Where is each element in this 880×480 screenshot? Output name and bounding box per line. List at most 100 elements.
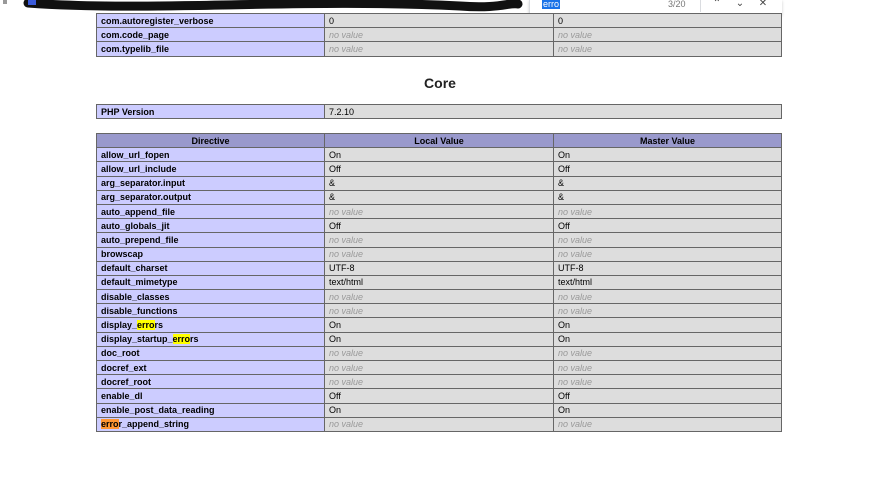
find-bar-divider	[700, 0, 701, 12]
table-row: display_errors On On	[96, 317, 782, 333]
master-value: On	[553, 402, 782, 418]
table-row: arg_separator.input & &	[96, 175, 782, 191]
core-directives-table: Directive Local Value Master Value allow…	[96, 132, 782, 432]
directive-name-text: disable_classes	[101, 291, 170, 302]
master-value: no value	[553, 289, 782, 305]
master-value: no value	[553, 41, 782, 57]
directive-name-text: doc_root	[101, 348, 140, 359]
table-row: auto_globals_jit Off Off	[96, 218, 782, 234]
local-value: &	[324, 175, 554, 191]
php-version-label: PHP Version	[96, 103, 325, 120]
php-version-value: 7.2.10	[324, 103, 782, 120]
directive-name-text: display_startup_	[101, 334, 173, 345]
local-value: UTF-8	[324, 260, 554, 276]
directive-name: disable_functions	[96, 303, 325, 319]
column-header-local-value: Local Value	[324, 132, 554, 149]
directive-name: doc_root	[96, 345, 325, 362]
master-value: no value	[553, 345, 782, 362]
directive-name-text: display_	[101, 320, 138, 331]
local-value: no value	[324, 416, 554, 432]
table-row: default_mimetype text/html text/html	[96, 274, 782, 291]
directive-name-text: arg_separator.input	[101, 178, 186, 189]
directive-name-text: default_mimetype	[101, 277, 178, 288]
directive-name-text: rs	[154, 320, 164, 331]
master-value: no value	[553, 416, 782, 432]
local-value: no value	[324, 374, 554, 390]
find-match-highlight: erro	[172, 334, 191, 345]
table-row: auto_append_file no value no value	[96, 203, 782, 220]
column-header-master-value: Master Value	[553, 132, 782, 149]
master-value: &	[553, 189, 782, 205]
directive-name: arg_separator.input	[96, 175, 325, 191]
master-value: On	[553, 317, 782, 333]
master-value: Off	[553, 161, 782, 177]
directive-name-text: disable_functions	[101, 305, 178, 316]
find-match-active-highlight: erro	[101, 419, 119, 430]
table-row: enable_dl Off Off	[96, 388, 782, 404]
directive-name: browscap	[96, 246, 325, 262]
local-value: no value	[324, 246, 554, 262]
directive-name-text: default_charset	[101, 263, 168, 274]
find-next-icon[interactable]: ⌄	[733, 0, 747, 12]
local-value: no value	[324, 303, 554, 319]
master-value: no value	[553, 27, 782, 43]
find-previous-icon[interactable]: ⌃	[710, 0, 724, 12]
directive-name: allow_url_fopen	[96, 147, 325, 163]
master-value: no value	[553, 246, 782, 262]
directive-name: arg_separator.output	[96, 189, 325, 205]
directive-name-text: auto_prepend_file	[101, 234, 179, 245]
table-row: disable_classes no value no value	[96, 289, 782, 305]
find-query-input[interactable]: erro	[542, 0, 561, 9]
master-value: 0	[553, 12, 782, 29]
local-value: no value	[324, 27, 554, 43]
directive-name: default_mimetype	[96, 274, 325, 291]
table-row: auto_prepend_file no value no value	[96, 232, 782, 248]
master-value: no value	[553, 303, 782, 319]
table-row: docref_ext no value no value	[96, 359, 782, 376]
directive-name: com.code_page	[96, 27, 325, 43]
table-row: allow_url_fopen On On	[96, 147, 782, 163]
local-value: no value	[324, 203, 554, 220]
master-value: no value	[553, 232, 782, 248]
directive-name: docref_root	[96, 374, 325, 390]
master-value: On	[553, 331, 782, 347]
local-value: no value	[324, 232, 554, 248]
table-row: browscap no value no value	[96, 246, 782, 262]
local-value: On	[324, 317, 554, 333]
master-value: UTF-8	[553, 260, 782, 276]
section-heading-core: Core	[424, 75, 456, 91]
master-value: no value	[553, 359, 782, 376]
find-close-icon[interactable]: ✕	[756, 0, 770, 12]
directive-name: com.autoregister_verbose	[96, 12, 325, 29]
table-row: display_startup_errors On On	[96, 331, 782, 347]
directive-name: display_errors	[96, 317, 325, 333]
directive-name: error_append_string	[96, 416, 325, 432]
master-value: no value	[553, 203, 782, 220]
directive-name-text: browscap	[101, 249, 144, 260]
directive-name: display_startup_errors	[96, 331, 325, 347]
php-version-row: PHP Version 7.2.10	[96, 103, 782, 120]
local-value: On	[324, 147, 554, 163]
table-row: arg_separator.output & &	[96, 189, 782, 205]
local-value: 0	[324, 12, 554, 29]
master-value: On	[553, 147, 782, 163]
directive-name-text: auto_globals_jit	[101, 220, 170, 231]
local-value: On	[324, 331, 554, 347]
directive-name-text: docref_ext	[101, 362, 147, 373]
com-settings-table: com.autoregister_verbose 0 0 com.code_page n…	[96, 12, 782, 57]
master-value: no value	[553, 374, 782, 390]
directive-name-text: enable_post_data_reading	[101, 405, 215, 416]
local-value: Off	[324, 218, 554, 234]
directive-name: auto_globals_jit	[96, 218, 325, 234]
local-value: On	[324, 402, 554, 418]
local-value: no value	[324, 41, 554, 57]
table-row: enable_post_data_reading On On	[96, 402, 782, 418]
table-row: doc_root no value no value	[96, 345, 782, 362]
local-value: no value	[324, 345, 554, 362]
directive-name: allow_url_include	[96, 161, 325, 177]
table-row: com.code_page no value no value	[96, 27, 782, 43]
local-value: text/html	[324, 274, 554, 291]
local-value: no value	[324, 289, 554, 305]
directive-name: enable_dl	[96, 388, 325, 404]
php-version-table: PHP Version 7.2.10	[96, 103, 782, 120]
